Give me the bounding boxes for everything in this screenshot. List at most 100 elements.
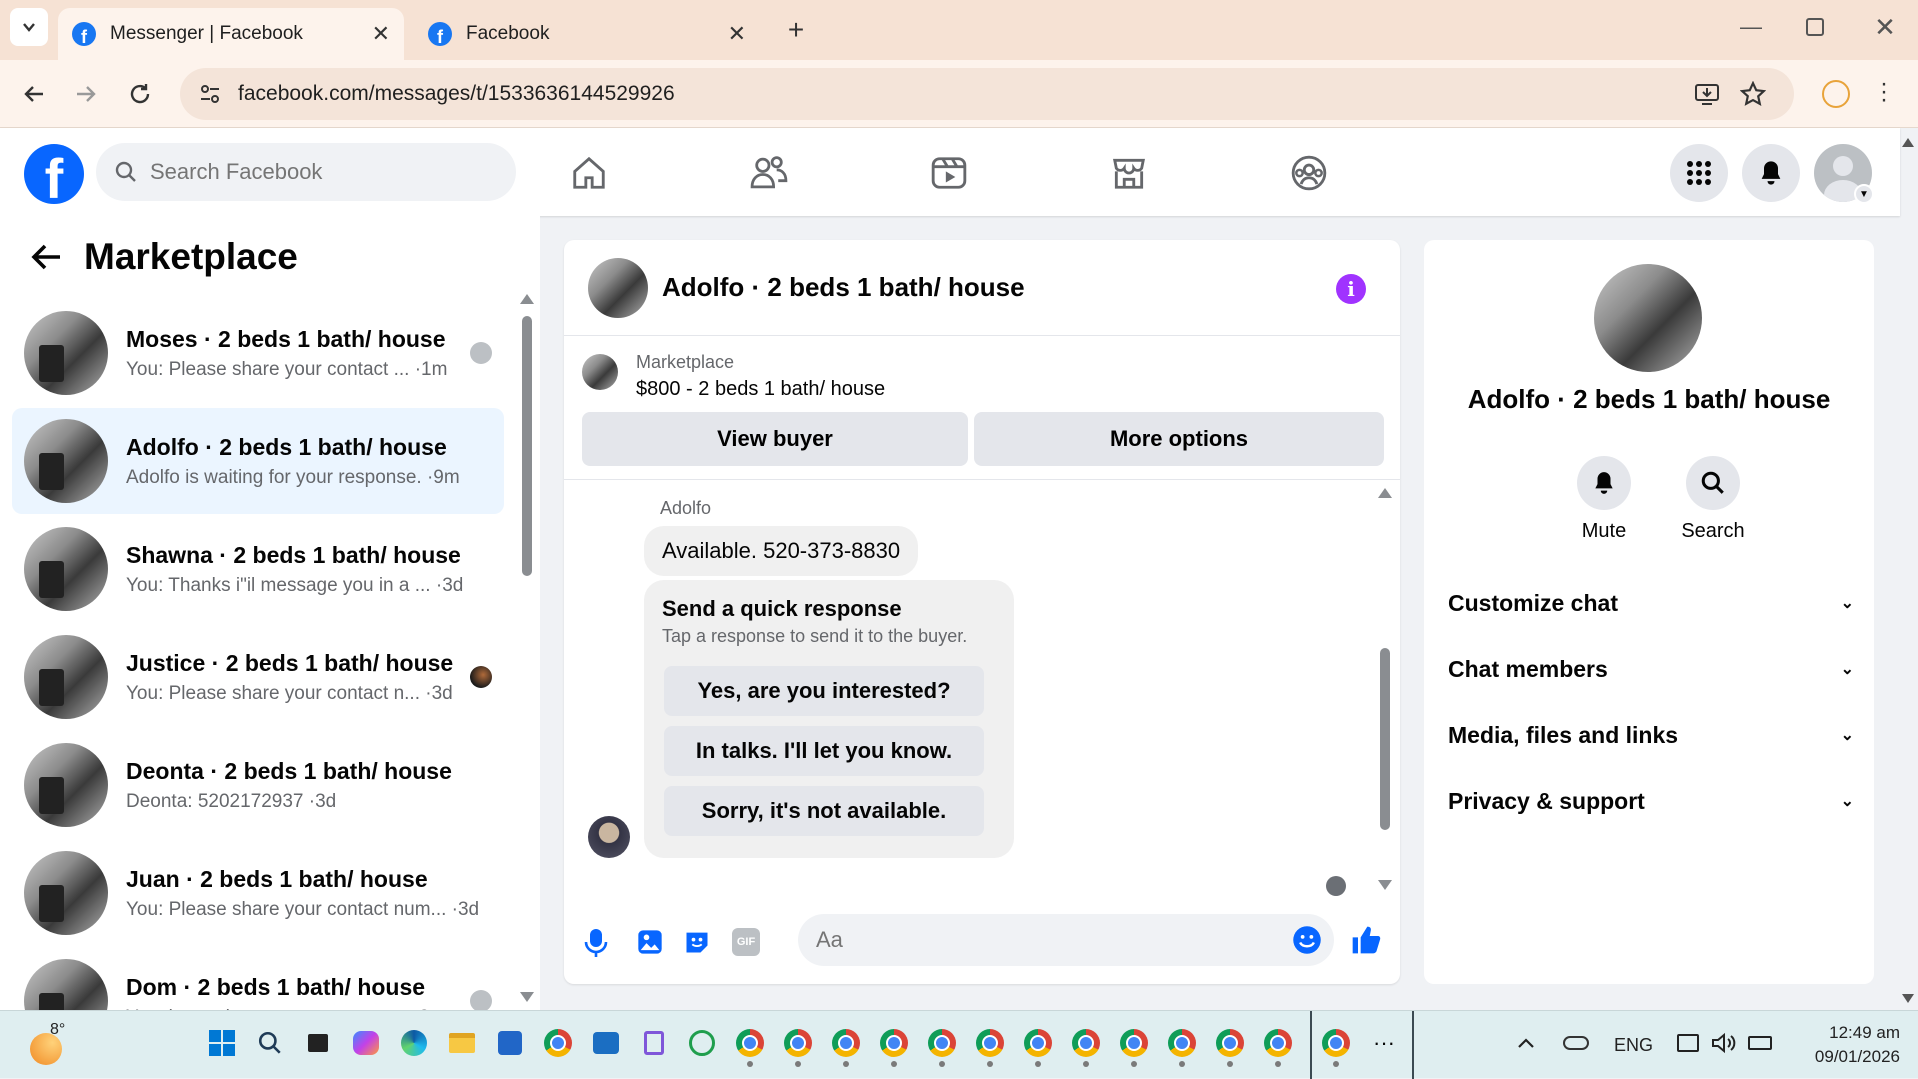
thumbs-up-icon[interactable] — [1350, 924, 1382, 956]
chat-avatar[interactable] — [588, 257, 648, 318]
profile-icon[interactable] — [1822, 80, 1850, 108]
chrome-window-icon[interactable] — [828, 1025, 864, 1067]
notifications-button[interactable] — [1742, 144, 1800, 202]
copilot-icon[interactable] — [348, 1025, 384, 1061]
sender-avatar[interactable] — [588, 816, 630, 858]
emoji-icon[interactable] — [1292, 925, 1322, 955]
new-tab-button[interactable]: + — [780, 14, 812, 46]
conversation-item[interactable]: Moses · 2 beds 1 bath/ house You: Please … — [12, 300, 504, 406]
task-view-icon[interactable] — [300, 1025, 336, 1061]
install-app-icon[interactable] — [1694, 82, 1720, 106]
close-tab-icon[interactable]: ✕ — [728, 21, 746, 47]
tab-list-button[interactable] — [10, 8, 48, 46]
message-input-wrapper[interactable] — [798, 914, 1334, 966]
video-icon[interactable] — [926, 150, 972, 196]
chrome-window-icon[interactable] — [1212, 1025, 1248, 1067]
minimize-button[interactable]: — — [1736, 14, 1766, 44]
chrome-window-icon[interactable] — [1020, 1025, 1056, 1067]
quick-reply-button[interactable]: Yes, are you interested? — [664, 666, 984, 716]
conversation-item[interactable]: Deonta · 2 beds 1 bath/ house Deonta: 520… — [12, 732, 504, 838]
network-icon[interactable] — [1670, 1025, 1706, 1061]
restore-button[interactable] — [1806, 18, 1824, 36]
page-scroll-down-arrow[interactable] — [1902, 994, 1914, 1003]
chrome-window-icon[interactable] — [1164, 1025, 1200, 1067]
battery-icon[interactable] — [1742, 1025, 1778, 1061]
clock-date[interactable]: 09/01/2026 — [1786, 1047, 1900, 1067]
site-settings-icon[interactable] — [198, 82, 222, 106]
address-bar[interactable]: facebook.com/messages/t/1533636144529926 — [180, 68, 1794, 120]
scrollbar-thumb[interactable] — [1380, 648, 1390, 830]
bookmark-star-icon[interactable] — [1740, 81, 1766, 107]
tab-messenger[interactable]: f Messenger | Facebook ✕ — [58, 8, 404, 60]
facebook-search[interactable] — [96, 143, 516, 201]
menu-kebab-icon[interactable]: · · · — [1880, 72, 1888, 112]
groups-icon[interactable] — [1286, 150, 1332, 196]
chat-title[interactable]: Adolfo · 2 beds 1 bath/ house — [662, 272, 1025, 303]
chrome-window-icon[interactable] — [732, 1025, 768, 1067]
back-arrow-icon[interactable] — [30, 243, 62, 271]
weather-widget[interactable]: 8° — [30, 1021, 70, 1065]
sticker-icon[interactable] — [682, 928, 712, 956]
onedrive-icon[interactable] — [1558, 1025, 1594, 1061]
language-indicator[interactable]: ENG — [1614, 1035, 1653, 1056]
message-input[interactable] — [816, 927, 1276, 953]
conversation-item[interactable]: Juan · 2 beds 1 bath/ house You: Please s… — [12, 840, 504, 946]
customize-chat-row[interactable]: Customize chat ⌄ — [1448, 576, 1854, 630]
scroll-down-arrow[interactable] — [520, 992, 534, 1002]
menu-grid-button[interactable] — [1670, 144, 1728, 202]
chrome-window-icon[interactable] — [1116, 1025, 1152, 1067]
media-files-links-row[interactable]: Media, files and links ⌄ — [1448, 708, 1854, 762]
privacy-support-row[interactable]: Privacy & support ⌄ — [1448, 774, 1854, 828]
edge-icon[interactable] — [396, 1025, 432, 1061]
scroll-up-arrow[interactable] — [520, 294, 534, 304]
store-icon[interactable] — [492, 1025, 528, 1061]
facebook-logo-icon[interactable]: f — [24, 144, 84, 204]
photo-icon[interactable] — [636, 928, 664, 956]
clock-time[interactable]: 12:49 am — [1800, 1023, 1900, 1043]
chrome-window-icon[interactable] — [780, 1025, 816, 1067]
info-icon[interactable]: i — [1336, 274, 1366, 304]
gif-icon[interactable]: GIF — [732, 928, 760, 956]
outlook-icon[interactable] — [588, 1025, 624, 1061]
chevron-up-icon[interactable] — [1508, 1025, 1544, 1061]
whatsapp-icon[interactable] — [684, 1025, 720, 1061]
more-options-button[interactable]: More options — [974, 412, 1384, 466]
conversation-item[interactable]: Justice · 2 beds 1 bath/ house You: Pleas… — [12, 624, 504, 730]
close-tab-icon[interactable]: ✕ — [372, 21, 390, 47]
scroll-up-arrow[interactable] — [1378, 488, 1392, 498]
file-explorer-icon[interactable] — [444, 1025, 480, 1061]
quick-reply-button[interactable]: In talks. I'll let you know. — [664, 726, 984, 776]
conversation-item[interactable]: Adolfo · 2 beds 1 bath/ house Adolfo is w… — [12, 408, 504, 514]
start-windows-icon[interactable] — [204, 1025, 240, 1061]
chrome-icon[interactable] — [540, 1025, 576, 1061]
forward-button[interactable] — [68, 76, 104, 112]
more-apps-icon[interactable]: ··· — [1366, 1025, 1402, 1061]
view-buyer-button[interactable]: View buyer — [582, 412, 968, 466]
scroll-down-arrow[interactable] — [1378, 880, 1392, 890]
contact-avatar[interactable] — [1594, 264, 1702, 372]
search-input[interactable] — [150, 159, 490, 185]
search-chat-button[interactable]: Search — [1668, 456, 1758, 543]
page-scroll-up-arrow[interactable] — [1902, 138, 1914, 147]
chevron-down-icon[interactable]: ▼ — [1854, 184, 1874, 204]
chrome-window-icon[interactable] — [1068, 1025, 1104, 1067]
scrollbar-thumb[interactable] — [522, 316, 532, 576]
chat-members-row[interactable]: Chat members ⌄ — [1448, 642, 1854, 696]
marketplace-icon[interactable] — [1106, 150, 1152, 196]
home-icon[interactable] — [566, 150, 612, 196]
mute-button[interactable]: Mute — [1564, 456, 1644, 543]
message-bubble[interactable]: Available. 520-373-8830 — [644, 526, 919, 576]
reload-button[interactable] — [122, 76, 158, 112]
chrome-window-icon[interactable] — [972, 1025, 1008, 1067]
quick-reply-button[interactable]: Sorry, it's not available. — [664, 786, 984, 836]
friends-icon[interactable] — [746, 150, 792, 196]
close-window-button[interactable]: ✕ — [1870, 12, 1900, 42]
taskbar-search-icon[interactable] — [252, 1025, 288, 1061]
chrome-window-icon[interactable] — [924, 1025, 960, 1067]
conversation-item[interactable]: Shawna · 2 beds 1 bath/ house You: Thanks… — [12, 516, 504, 622]
snipping-tool-icon[interactable] — [636, 1025, 672, 1061]
chrome-window-icon[interactable] — [1260, 1025, 1296, 1067]
volume-icon[interactable] — [1706, 1025, 1742, 1061]
tab-facebook[interactable]: f Facebook ✕ — [414, 8, 760, 60]
chrome-window-icon[interactable] — [1318, 1025, 1354, 1067]
